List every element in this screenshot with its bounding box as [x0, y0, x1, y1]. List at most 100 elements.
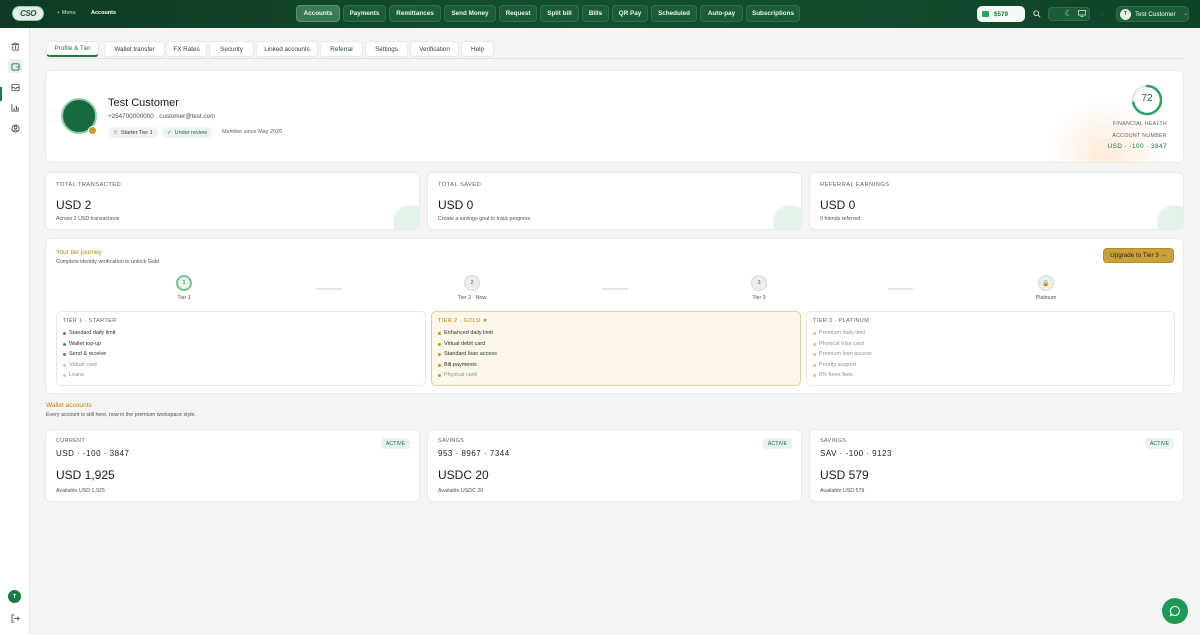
status-badge: ACTIVE [380, 438, 410, 449]
nav-split-bill[interactable]: Split bill [540, 5, 579, 22]
chart-icon[interactable] [8, 100, 22, 114]
moon-icon[interactable]: ☾ [1063, 8, 1074, 19]
sidebar-active-indicator [0, 87, 2, 101]
wallet-card-savings-usd[interactable]: SAVINGS ACTIVE SAV · -100 · 9123 USD 579… [809, 429, 1184, 502]
user-avatar: T [1120, 8, 1131, 20]
nav-auto-pay[interactable]: Auto-pay [700, 5, 743, 22]
step-connector [602, 288, 628, 290]
account-number-label: ACCOUNT NUMBER [1112, 133, 1167, 139]
nav-request[interactable]: Request [499, 5, 537, 22]
nav-qr-pay[interactable]: QR Pay [612, 5, 648, 22]
logout-icon[interactable] [8, 611, 22, 625]
user-name: Test Customer [1135, 10, 1176, 18]
profile-name: Test Customer [108, 97, 179, 109]
tab-linked-accounts[interactable]: Linked accounts [256, 41, 318, 57]
account-number[interactable]: USD · -100 · 3847 [1107, 143, 1167, 150]
tab-settings[interactable]: Settings [365, 41, 408, 57]
chat-bubble-icon [1169, 605, 1180, 617]
step-connector [316, 288, 342, 290]
wallet-section-subtitle: Every account is still here, now in the … [46, 412, 196, 418]
tier-chip-label: Starter Tier 1 [120, 129, 153, 136]
stat-label: REFERRAL EARNINGS [820, 182, 890, 188]
tab-wallet-transfer[interactable]: Wallet transfer [104, 41, 165, 57]
tier-feature: Priority support [813, 362, 856, 368]
decorative-blob [1157, 205, 1183, 229]
upgrade-button[interactable]: Upgrade to Tier 3 → [1103, 248, 1174, 263]
app-logo[interactable]: CSO [12, 6, 44, 21]
wallet-available: Available USD 1,925 [56, 488, 105, 494]
tier-badge-icon [88, 126, 97, 135]
tier-feature: Physical card [438, 372, 477, 378]
status-badge: ACTIVE [1144, 438, 1174, 449]
tier-box-platinum: TIER 3 · PLATINUM Premium daily limit Ph… [806, 311, 1175, 386]
tier-head: TIER 1 · STARTER [63, 318, 117, 324]
nav-bills[interactable]: Bills [582, 5, 609, 22]
step-label: Platinum [1035, 295, 1057, 301]
user-circle-icon[interactable] [8, 121, 22, 135]
search-icon[interactable] [1031, 8, 1042, 19]
wallet-icon[interactable] [8, 59, 22, 73]
chevron-down-icon: ⌄ [1183, 11, 1188, 17]
status-badge: ACTIVE [762, 438, 792, 449]
tier-feature: Enhanced daily limit [438, 330, 493, 336]
stat-value: USD 0 [820, 198, 856, 212]
wallet-card-savings-usdc[interactable]: SAVINGS ACTIVE 953 · 8967 · 7344 USDC 20… [427, 429, 802, 502]
user-menu[interactable]: T Test Customer ⌄ [1116, 6, 1189, 22]
step-platinum-lock-icon[interactable]: 🔒 [1038, 275, 1054, 291]
profile-card: Test Customer +254700000000 · customer@t… [45, 70, 1184, 163]
profile-contact: +254700000000 · customer@test.com [108, 113, 216, 120]
stat-value: USD 2 [56, 198, 92, 212]
tab-security[interactable]: Security [209, 41, 254, 57]
step-connector [888, 288, 914, 290]
sidebar-user-avatar[interactable]: T [8, 590, 21, 603]
inbox-icon[interactable] [8, 80, 22, 94]
nav-payments[interactable]: Payments [343, 5, 386, 22]
tab-verification[interactable]: Verification [410, 41, 459, 57]
step-tier-2[interactable]: 2 [464, 275, 480, 291]
tier-feature: Virtual card [63, 362, 97, 368]
wallet-type: SAVINGS [438, 438, 465, 444]
tier-box-starter: TIER 1 · STARTER Standard daily limit Wa… [56, 311, 426, 386]
balance-value: $579 [994, 10, 1009, 18]
tier-feature: Send & receive [63, 351, 106, 357]
stat-sub: Across 2 USD transactions [56, 216, 120, 222]
nav-remittances[interactable]: Remittances [389, 5, 441, 22]
step-tier-1[interactable]: 1 [176, 275, 192, 291]
tabs-divider [46, 58, 1184, 59]
tier-journey-card: Your tier journey Complete identity veri… [45, 238, 1184, 394]
nav-subscriptions[interactable]: Subscriptions [746, 5, 800, 22]
star-icon: ☆ [113, 129, 118, 136]
breadcrumb-parent-label: Menu [61, 10, 76, 16]
stat-card-referral: REFERRAL EARNINGS USD 0 0 friends referr… [809, 172, 1184, 230]
wallet-available: Available USDC 20 [438, 488, 484, 494]
wallet-number: 953 · 8967 · 7344 [438, 449, 510, 458]
journey-subtitle: Complete identity verification to unlock… [56, 259, 160, 265]
tier-feature: 0% forex fees [813, 372, 853, 378]
stat-card-saved: TOTAL SAVED USD 0 Create a savings goal … [427, 172, 802, 230]
stat-sub: 0 friends referred [820, 216, 861, 222]
wallet-type: CURRENT [56, 438, 85, 444]
sidebar: T [0, 28, 30, 635]
tier-feature: Wallet top-up [63, 341, 101, 347]
nav-scheduled[interactable]: Scheduled [651, 5, 697, 22]
wallet-card-current[interactable]: CURRENT ACTIVE USD · -100 · 3847 USD 1,9… [45, 429, 420, 502]
chat-button[interactable] [1162, 598, 1188, 624]
tier-head: TIER 3 · PLATINUM [813, 318, 870, 324]
bell-icon[interactable]: ◌ [1097, 8, 1108, 19]
tab-help[interactable]: Help [461, 41, 494, 57]
breadcrumb-parent[interactable]: + Menu [57, 10, 76, 16]
breadcrumb-current: Accounts [91, 10, 117, 16]
tab-fx-rates[interactable]: FX Rates [166, 41, 207, 57]
wallet-section-title: Wallet accounts [46, 402, 92, 409]
tier-chip: ☆ Starter Tier 1 [108, 127, 158, 138]
nav-accounts[interactable]: Accounts [296, 5, 340, 22]
tab-profile-tier[interactable]: Profile & Tier [46, 41, 99, 57]
bank-icon[interactable] [8, 39, 22, 53]
nav-send-money[interactable]: Send Money [444, 5, 496, 22]
top-bar: CSO + Menu Accounts Accounts Payments Re… [0, 0, 1200, 28]
wallet-balance: USD 1,925 [56, 468, 115, 482]
balance-pill[interactable]: $579 [977, 6, 1025, 22]
tab-referral[interactable]: Referral [320, 41, 363, 57]
monitor-icon[interactable] [1076, 8, 1087, 19]
step-tier-3[interactable]: 3 [751, 275, 767, 291]
